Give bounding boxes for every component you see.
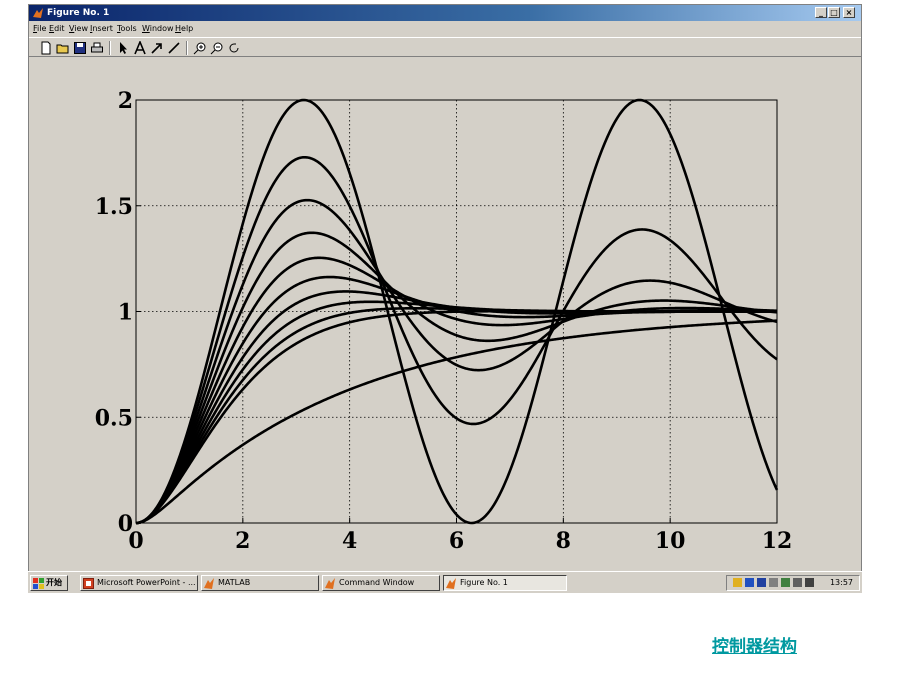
save-icon[interactable] (73, 41, 87, 55)
taskbar-button-3[interactable]: Command Window (322, 575, 440, 591)
ch-input-icon[interactable] (757, 578, 766, 587)
windows-logo-icon (33, 578, 44, 589)
maximize-button[interactable]: □ (828, 7, 840, 18)
insert-line-icon[interactable] (167, 41, 181, 55)
menu-insert[interactable]: Insert (90, 24, 113, 33)
menu-file[interactable]: File (33, 24, 46, 33)
menu-help[interactable]: Help (175, 24, 193, 33)
print-icon[interactable] (90, 41, 104, 55)
start-button[interactable]: 开始 (30, 575, 68, 591)
step-response-line (135, 256, 778, 525)
toolbar-separator (186, 41, 188, 55)
system-tray: 13:57 (726, 575, 860, 591)
rotate-icon[interactable] (227, 41, 241, 55)
title-bar[interactable]: Figure No. 1 _ □ × (29, 5, 861, 21)
x-tick-label: 10 (655, 528, 686, 554)
start-label: 开始 (46, 578, 62, 587)
taskbar-button-label: MATLAB (218, 578, 251, 587)
x-tick-label: 4 (342, 528, 357, 554)
slide-caption-link[interactable]: 控制器结构 (712, 632, 797, 657)
toolbar-separator (109, 41, 111, 55)
open-folder-icon[interactable] (56, 41, 70, 55)
taskbar-button-2[interactable]: MATLAB (201, 575, 319, 591)
y-tick-label: 1.5 (95, 194, 133, 220)
insert-text-icon[interactable] (133, 41, 147, 55)
plot-lines (135, 98, 779, 525)
taskbar-button-label: Command Window (339, 578, 415, 587)
pen-icon[interactable] (733, 578, 742, 587)
y-tick-label: 0 (118, 511, 133, 537)
speaker-icon[interactable] (745, 578, 754, 587)
insert-arrow-icon[interactable] (150, 41, 164, 55)
plot-figure: 0 2 4 6 8 10 12 00.511.52 (95, 88, 793, 554)
window-title: Figure No. 1 (47, 8, 110, 18)
clock: 13:57 (829, 578, 853, 587)
taskbar-button-label: Microsoft PowerPoint - ... (97, 578, 196, 587)
menu-tools[interactable]: Tools (117, 24, 137, 33)
window-icon[interactable] (805, 578, 814, 587)
y-tick-label: 0.5 (95, 405, 133, 431)
taskbar: 开始 13:57 Microsoft PowerPoint - ... MATLA… (28, 571, 862, 593)
new-file-icon[interactable] (39, 41, 53, 55)
taskbar-button-label: Figure No. 1 (460, 578, 508, 587)
y-tick-label: 1 (118, 300, 133, 326)
matlab-icon (204, 578, 214, 589)
x-tick-label: 8 (556, 528, 571, 554)
network-icon[interactable] (781, 578, 790, 587)
matlab-figure-icon (33, 8, 43, 18)
minimize-button[interactable]: _ (815, 7, 827, 18)
taskbar-button-4[interactable]: Figure No. 1 (443, 575, 567, 591)
y-tick-label: 2 (118, 88, 133, 114)
zoom-in-icon[interactable] (193, 41, 207, 55)
x-tick-label: 6 (449, 528, 464, 554)
figure-window: Figure No. 1 _ □ × File Edit View Insert Too… (28, 4, 862, 593)
select-arrow-icon[interactable] (116, 41, 130, 55)
taskbar-button-1[interactable]: Microsoft PowerPoint - ... (80, 575, 198, 591)
printer-icon[interactable] (793, 578, 802, 587)
matlab-figure-icon (446, 578, 456, 589)
powerpoint-icon (83, 578, 94, 589)
matlab-icon (325, 578, 335, 589)
x-tick-label: 2 (235, 528, 250, 554)
toolbar (29, 37, 861, 57)
menu-window[interactable]: Window (142, 24, 174, 33)
menu-view[interactable]: View (69, 24, 88, 33)
menu-edit[interactable]: Edit (49, 24, 65, 33)
close-button[interactable]: × (843, 7, 855, 18)
zoom-out-icon[interactable] (210, 41, 224, 55)
keyboard-icon[interactable] (769, 578, 778, 587)
y-tick-labels: 0 0.5 1 1.5 2 (95, 88, 141, 537)
menu-bar: File Edit View Insert Tools Window Help (29, 22, 861, 36)
x-tick-label: 12 (762, 528, 793, 554)
